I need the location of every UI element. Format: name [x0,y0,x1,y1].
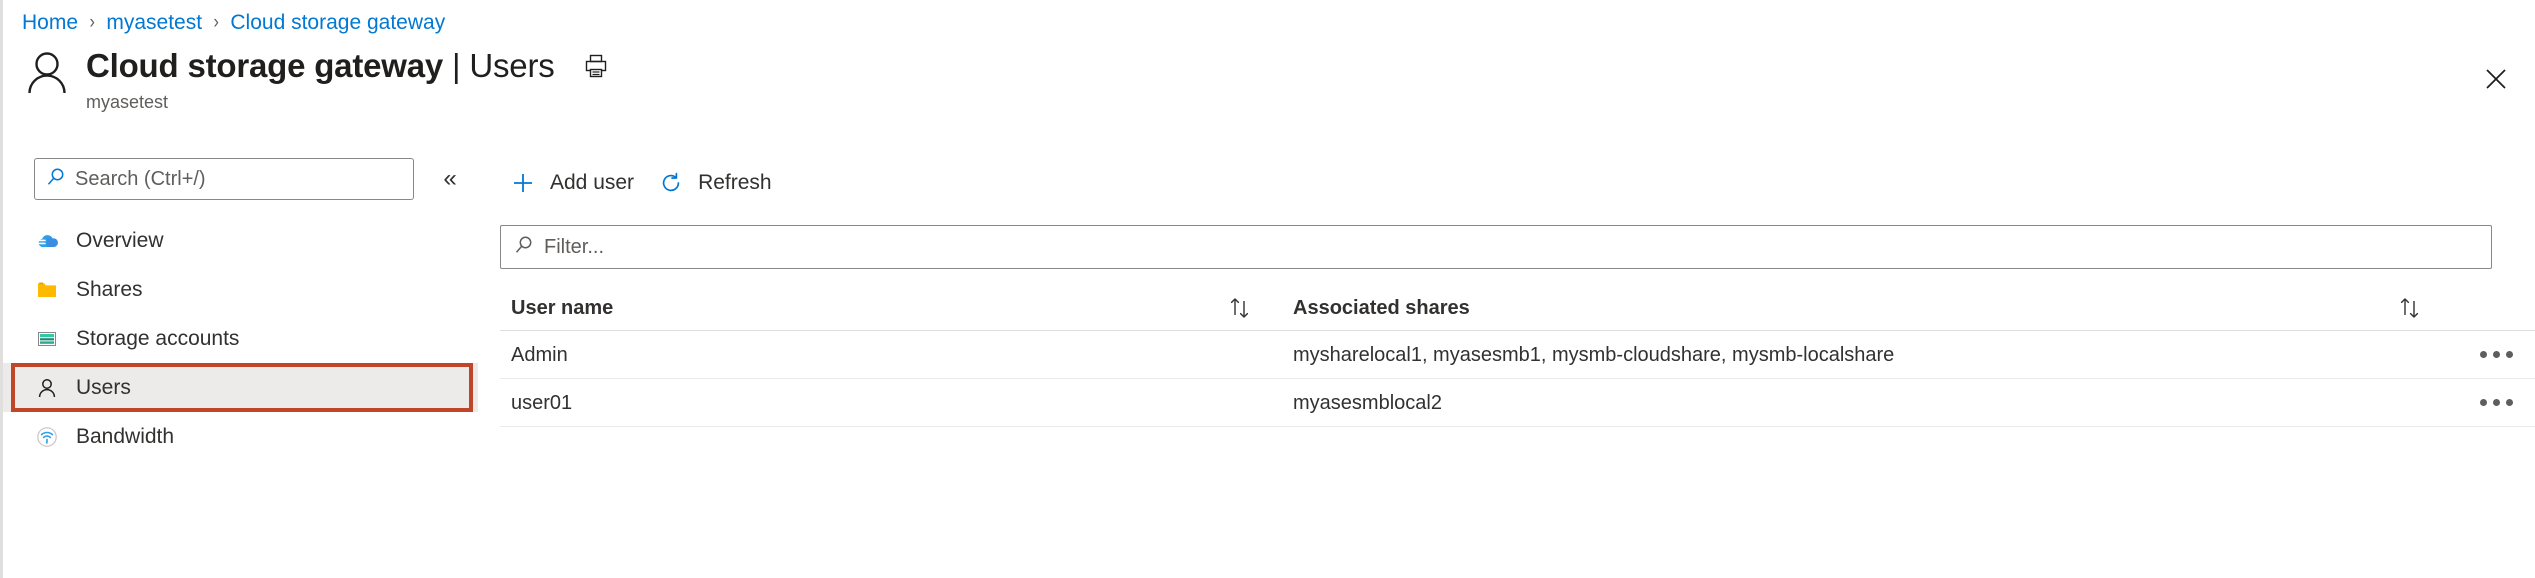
page-title-section: Users [469,47,555,84]
sidebar-item-overview[interactable]: Overview [3,216,478,265]
cell-associated-shares: myasesmblocal2 [1293,391,1442,414]
page-title-divider: | [443,47,470,84]
sidebar-nav-list: Overview Shares Storage accounts Users B… [3,216,478,461]
cell-user-name: Admin [511,343,568,366]
table-row[interactable]: Admin mysharelocal1, myasesmb1, mysmb-cl… [500,331,2535,379]
breadcrumb-item-myasetest[interactable]: myasetest [106,8,202,38]
column-header-user-name[interactable]: User name [511,297,613,319]
sort-arrows-icon[interactable] [2395,295,2425,321]
ellipsis-dot [2492,351,2500,358]
blade-subtitle: myasetest [86,92,169,112]
filter-row [500,225,2535,269]
ellipsis-icon[interactable] [2474,391,2519,414]
chevron-double-left-icon[interactable]: « [434,163,466,195]
command-bar: Add user Refresh [500,158,2535,208]
table-row[interactable]: user01 myasesmblocal2 [500,379,2535,427]
filter-input[interactable] [544,227,2491,267]
refresh-icon [656,168,686,198]
breadcrumb-item-cloud-storage-gateway[interactable]: Cloud storage gateway [230,8,445,38]
add-user-label: Add user [550,171,635,194]
blade-header: Cloud storage gateway | Users myasetest [22,46,611,113]
main-content: Add user Refresh Filter... User name Ass… [500,158,2535,578]
azure-portal-blade: Home › myasetest › Cloud storage gateway… [0,0,2535,578]
page-title: Cloud storage gateway | Users [86,46,555,86]
sidebar-item-label: Overview [76,228,164,252]
cell-associated-shares: mysharelocal1, myasesmb1, mysmb-cloudsha… [1293,343,1895,366]
ellipsis-dot [2492,399,2500,406]
refresh-button[interactable]: Refresh [648,162,786,204]
search-input[interactable] [75,160,375,198]
users-table: User name Associated shares Admin myshar… [500,285,2535,427]
breadcrumb-separator-icon: › [213,12,219,33]
ellipsis-dot [2479,399,2487,406]
cloud-icon [34,228,60,254]
blade-sidebar: « Overview [3,158,478,578]
add-user-button[interactable]: Add user [500,162,648,204]
sidebar-search-row: « [3,158,478,200]
person-icon [34,375,60,401]
close-icon[interactable] [2479,62,2513,96]
sidebar-item-storage-accounts[interactable]: Storage accounts [3,314,478,363]
cell-user-name: user01 [511,391,573,414]
print-icon[interactable] [581,51,611,81]
breadcrumb-separator-icon: › [89,12,95,33]
refresh-label: Refresh [698,171,772,194]
table-header-row: User name Associated shares [500,285,2535,331]
sort-arrows-icon[interactable] [1225,295,1255,321]
sidebar-item-bandwidth[interactable]: Bandwidth [3,412,478,461]
ellipsis-icon[interactable] [2474,343,2519,366]
search-box[interactable] [34,158,414,200]
ellipsis-dot [2505,399,2513,406]
column-header-associated-shares[interactable]: Associated shares [1293,297,1470,319]
sidebar-item-shares[interactable]: Shares [3,265,478,314]
folder-icon [34,277,60,303]
search-icon [46,167,66,192]
ellipsis-dot [2505,351,2513,358]
bandwidth-icon [34,424,60,450]
sidebar-item-users[interactable]: Users [3,363,478,412]
filter-box[interactable] [500,225,2492,269]
breadcrumb: Home › myasetest › Cloud storage gateway [22,8,445,38]
storage-account-icon [34,326,60,352]
ellipsis-dot [2479,351,2487,358]
search-icon [514,235,534,260]
page-title-resource: Cloud storage gateway [86,47,444,84]
sidebar-item-label: Bandwidth [76,424,175,448]
person-icon [22,48,72,100]
plus-icon [508,168,538,198]
sidebar-item-label: Storage accounts [76,326,240,350]
sidebar-item-label: Users [76,375,131,399]
sidebar-item-label: Shares [76,277,143,301]
breadcrumb-item-home[interactable]: Home [22,8,78,38]
